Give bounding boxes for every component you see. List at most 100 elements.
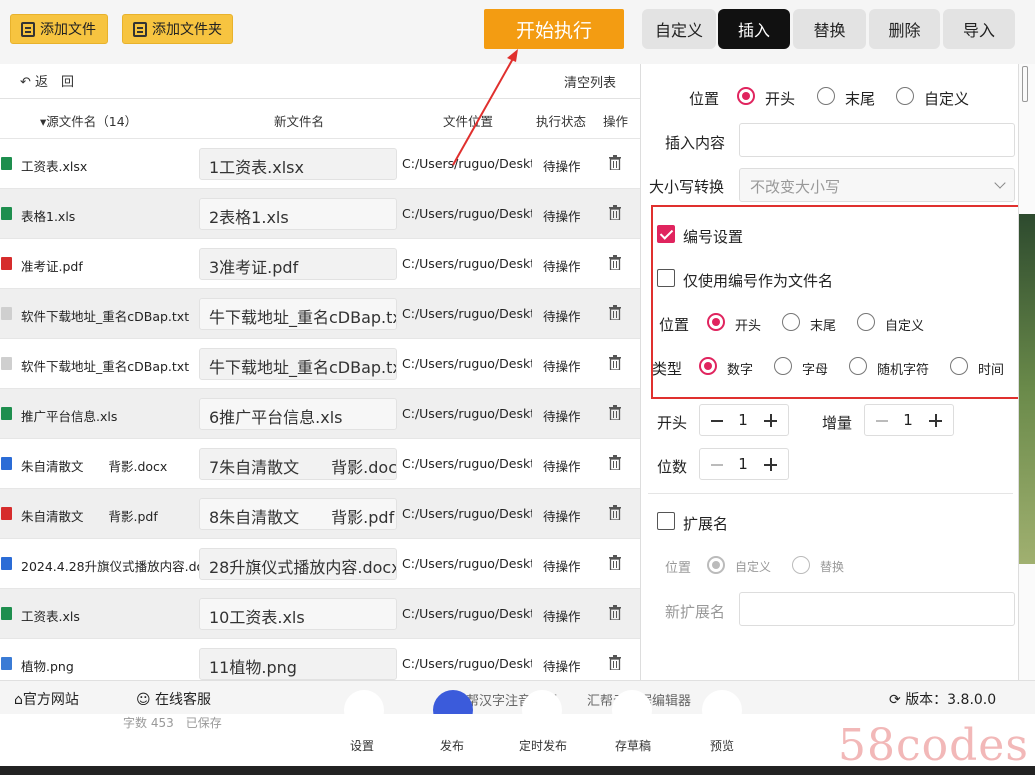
overlay-settings[interactable]: 设置 (350, 737, 374, 754)
extension-checkbox[interactable] (657, 512, 675, 530)
watermark: 58codes (838, 720, 1029, 771)
num-position-start-radio[interactable] (707, 313, 725, 331)
file-location: C:/Users/ruguo/Deskto (402, 656, 532, 671)
trash-icon[interactable] (609, 255, 621, 270)
type-letter-radio[interactable] (774, 357, 792, 375)
xls-file-icon (1, 407, 12, 420)
increment-stepper[interactable]: 1 (864, 404, 954, 436)
insert-content-input[interactable] (739, 123, 1015, 157)
table-row[interactable]: 朱自清散文 背影.pdf 8朱自清散文 背影.pdf C:/Users/ruguo/… (0, 489, 640, 539)
folder-icon (133, 21, 147, 37)
source-filename: 朱自清散文 背影.pdf (21, 509, 158, 524)
trash-icon[interactable] (609, 455, 621, 470)
position-custom-radio[interactable] (896, 87, 914, 105)
table-row[interactable]: 推广平台信息.xls 6推广平台信息.xls C:/Users/ruguo/Desk… (0, 389, 640, 439)
numbering-checkbox[interactable] (657, 225, 675, 243)
doc-file-icon (1, 557, 12, 570)
only-number-checkbox[interactable] (657, 269, 675, 287)
position-start-radio[interactable] (737, 87, 755, 105)
file-location: C:/Users/ruguo/Deskto (402, 456, 532, 471)
trash-icon[interactable] (609, 205, 621, 220)
num-position-end-radio[interactable] (782, 313, 800, 331)
new-filename-field[interactable]: 牛下载地址_重名cDBap.txt (199, 298, 397, 330)
table-row[interactable]: 软件下载地址_重名cDBap.txt 牛下载地址_重名cDBap.txt C:/Us… (0, 339, 640, 389)
num-position-custom-radio[interactable] (857, 313, 875, 331)
trash-icon[interactable] (609, 605, 621, 620)
table-row[interactable]: 表格1.xls 2表格1.xls C:/Users/ruguo/Deskto 待操作 (0, 189, 640, 239)
table-row[interactable]: 准考证.pdf 3准考证.pdf C:/Users/ruguo/Deskto 待操作 (0, 239, 640, 289)
new-filename-field[interactable]: 2表格1.xls (199, 198, 397, 230)
type-number-radio[interactable] (699, 357, 717, 375)
tab-custom[interactable]: 自定义 (642, 9, 716, 49)
start-stepper[interactable]: 1 (699, 404, 789, 436)
table-row[interactable]: 软件下载地址_重名cDBap.txt 牛下载地址_重名cDBap.txt C:/Us… (0, 289, 640, 339)
trash-icon[interactable] (609, 405, 621, 420)
trash-icon[interactable] (609, 305, 621, 320)
new-filename-field[interactable]: 28升旗仪式播放内容.docx (199, 548, 397, 580)
ext-replace-label: 替换 (820, 560, 845, 574)
trash-icon[interactable] (609, 655, 621, 670)
digits-value: 1 (738, 455, 748, 473)
tab-replace[interactable]: 替换 (793, 9, 866, 49)
minus-icon[interactable] (711, 420, 723, 422)
trash-icon[interactable] (609, 505, 621, 520)
add-file-label: 添加文件 (40, 22, 96, 38)
tab-insert[interactable]: 插入 (718, 9, 790, 49)
plus-icon[interactable] (929, 414, 942, 427)
minus-icon[interactable] (711, 464, 723, 466)
position-end-radio[interactable] (817, 87, 835, 105)
new-filename-field[interactable]: 6推广平台信息.xls (199, 398, 397, 430)
new-filename-field[interactable]: 11植物.png (199, 648, 397, 680)
plus-icon[interactable] (764, 458, 777, 471)
clear-list-button[interactable]: 清空列表 (564, 72, 616, 91)
only-number-label: 仅使用编号作为文件名 (683, 272, 834, 290)
user-icon: ☺ (136, 692, 156, 708)
new-filename-field[interactable]: 7朱自清散文 背影.docx (199, 448, 397, 480)
type-random-label: 随机字符 (877, 363, 930, 378)
add-folder-label: 添加文件夹 (152, 22, 222, 38)
new-filename-field[interactable]: 10工资表.xls (199, 598, 397, 630)
start-button[interactable]: 开始执行 (484, 9, 624, 49)
status-text: 待操作 (543, 409, 581, 424)
digits-stepper[interactable]: 1 (699, 448, 789, 480)
plus-icon[interactable] (764, 414, 777, 427)
type-time-radio[interactable] (950, 357, 968, 375)
type-random-radio[interactable] (849, 357, 867, 375)
new-filename-field[interactable]: 3准考证.pdf (199, 248, 397, 280)
table-row[interactable]: 2024.4.28升旗仪式播放内容.doc 28升旗仪式播放内容.docx C:/U… (0, 539, 640, 589)
overlay-draft[interactable]: 存草稿 (615, 737, 651, 754)
new-filename-field[interactable]: 8朱自清散文 背影.pdf (199, 498, 397, 530)
xls-file-icon (1, 157, 12, 170)
new-filename-field[interactable]: 牛下载地址_重名cDBap.txt (199, 348, 397, 380)
source-filename: 工资表.xls (21, 609, 80, 624)
source-filename: 朱自清散文 背影.docx (21, 459, 168, 474)
col-source[interactable]: ▾源文件名（14） (40, 111, 137, 130)
digits-label: 位数 (657, 458, 688, 476)
new-ext-input[interactable] (739, 592, 1015, 626)
add-file-button[interactable]: 添加文件 (10, 14, 108, 44)
table-row[interactable]: 工资表.xlsx 1工资表.xlsx C:/Users/ruguo/Deskto 待操… (0, 139, 640, 189)
overlay-publish[interactable]: 发布 (440, 737, 464, 754)
service-link[interactable]: ☺ 在线客服 (136, 689, 211, 709)
table-row[interactable]: 朱自清散文 背影.docx 7朱自清散文 背影.docx C:/Users/rugu… (0, 439, 640, 489)
add-folder-button[interactable]: 添加文件夹 (122, 14, 233, 44)
table-row[interactable]: 工资表.xls 10工资表.xls C:/Users/ruguo/Deskto 待操作 (0, 589, 640, 639)
col-new-name: 新文件名 (274, 114, 325, 129)
ext-custom-radio[interactable] (707, 556, 725, 574)
tab-delete[interactable]: 删除 (869, 9, 940, 49)
doc-file-icon (1, 457, 12, 470)
trash-icon[interactable] (609, 355, 621, 370)
trash-icon[interactable] (609, 155, 621, 170)
ext-replace-radio[interactable] (792, 556, 810, 574)
website-link[interactable]: ⌂官方网站 (14, 689, 79, 709)
overlay-schedule[interactable]: 定时发布 (519, 737, 567, 754)
new-filename-field[interactable]: 1工资表.xlsx (199, 148, 397, 180)
minus-icon[interactable] (876, 420, 888, 422)
trash-icon[interactable] (609, 555, 621, 570)
scrollbar[interactable] (1022, 66, 1028, 102)
back-button[interactable]: ↶ 返 回 (20, 71, 74, 90)
tab-import[interactable]: 导入 (943, 9, 1015, 49)
overlay-preview[interactable]: 预览 (710, 737, 734, 754)
num-position-custom-label: 自定义 (885, 319, 925, 334)
case-select[interactable]: 不改变大小写 (739, 168, 1015, 202)
